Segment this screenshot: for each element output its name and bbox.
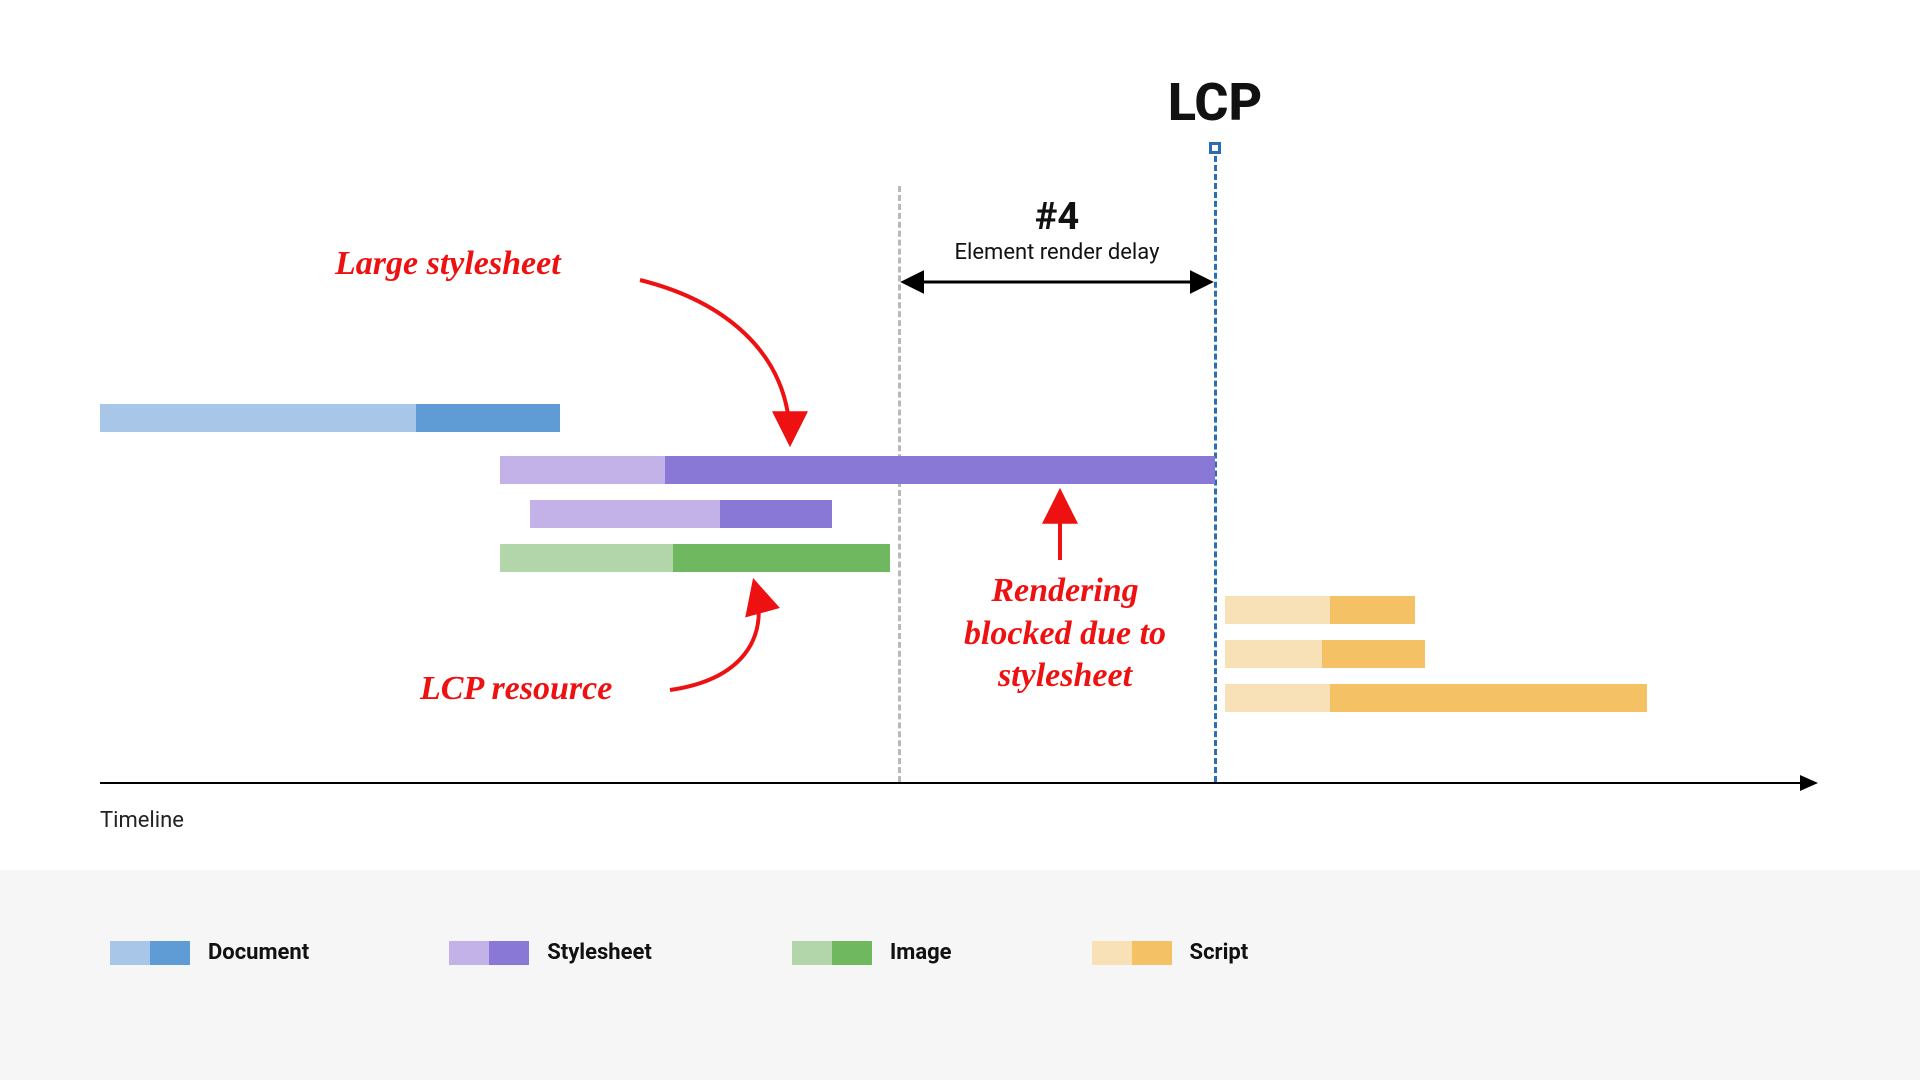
- bar-stylesheet-small: [530, 500, 832, 528]
- bar-document: [100, 404, 560, 432]
- bar-stylesheet-large: [500, 456, 1215, 484]
- timeline-axis: [100, 782, 1800, 784]
- swatch-script-icon: [1092, 941, 1172, 965]
- swatch-image-icon: [792, 941, 872, 965]
- phase-number: #4: [1035, 195, 1079, 239]
- legend: Document Stylesheet Image Script: [110, 940, 1248, 965]
- legend-label-stylesheet: Stylesheet: [547, 940, 652, 965]
- swatch-document-icon: [110, 941, 190, 965]
- legend-background: [0, 870, 1920, 1080]
- legend-item-script: Script: [1092, 940, 1249, 965]
- legend-label-image: Image: [890, 940, 952, 965]
- phase-name: Element render delay: [955, 240, 1160, 265]
- lcp-marker-cap: [1209, 142, 1221, 154]
- annotation-large-stylesheet: Large stylesheet: [335, 245, 561, 283]
- legend-item-document: Document: [110, 940, 309, 965]
- annotation-arrow-large-stylesheet: [640, 280, 790, 440]
- swatch-stylesheet-icon: [449, 941, 529, 965]
- legend-label-document: Document: [208, 940, 309, 965]
- lcp-title: LCP: [1168, 72, 1262, 133]
- bar-script-1: [1225, 596, 1415, 624]
- phase-start-line: [898, 186, 901, 782]
- bar-image-lcp: [500, 544, 890, 572]
- annotation-lcp-resource: LCP resource: [420, 670, 612, 708]
- legend-label-script: Script: [1190, 940, 1249, 965]
- legend-item-stylesheet: Stylesheet: [449, 940, 652, 965]
- annotation-render-blocked: Rendering blocked due to stylesheet: [950, 570, 1180, 698]
- diagram-canvas: LCP #4 Element render delay Large styles…: [0, 0, 1920, 1080]
- bar-script-3: [1225, 684, 1647, 712]
- legend-item-image: Image: [792, 940, 952, 965]
- timeline-arrowhead-icon: [1800, 775, 1818, 791]
- bar-script-2: [1225, 640, 1425, 668]
- timeline-axis-label: Timeline: [100, 808, 184, 833]
- annotation-arrow-lcp-resource: [670, 585, 759, 690]
